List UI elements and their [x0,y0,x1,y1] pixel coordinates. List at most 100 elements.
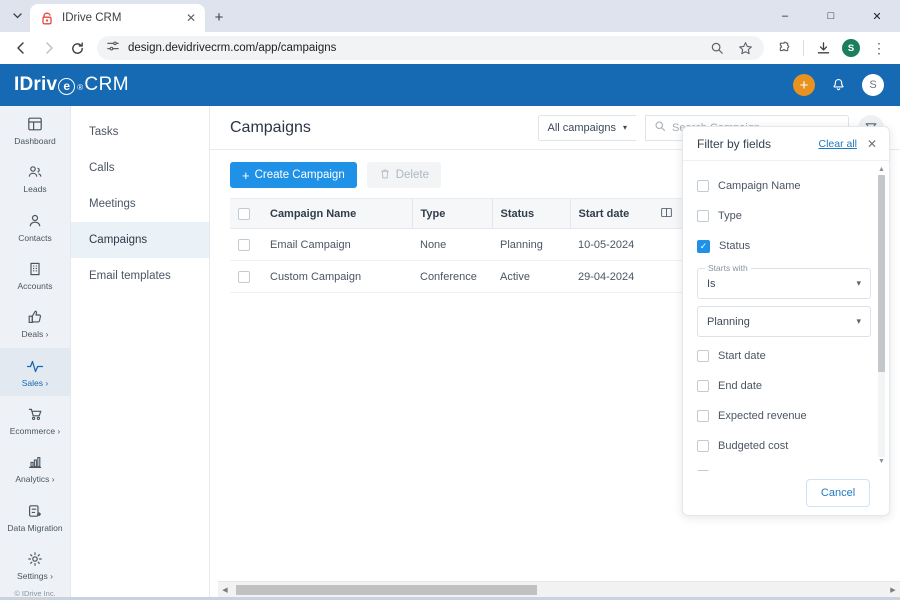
filter-checkbox[interactable] [697,470,709,471]
filter-field-campaign-name[interactable]: Campaign Name [697,171,871,201]
filter-checkbox[interactable] [697,350,709,362]
row-checkbox[interactable] [238,270,250,283]
column-settings-icon[interactable] [652,198,684,229]
chevron-down-icon: ▾ [622,123,627,132]
subnav-item-tasks[interactable]: Tasks [71,114,209,150]
close-icon[interactable]: ✕ [865,137,879,151]
subnav-item-email-templates[interactable]: Email templates [71,258,209,294]
select-all-checkbox[interactable] [238,207,250,220]
sidebar-item-data-migration[interactable]: Data Migration [0,493,70,541]
column-header-type[interactable]: Type [411,198,492,229]
status-value-select[interactable]: Planning ▾ [697,306,871,337]
window-minimize-button[interactable]: ‒ [762,0,808,32]
cancel-button[interactable]: Cancel [805,479,871,507]
tab-close-icon[interactable]: ✕ [183,10,199,26]
filter-field-expected-revenue[interactable]: Expected revenue [697,401,871,431]
campaign-view-dropdown[interactable]: All campaigns ▾ [537,114,636,141]
bell-icon[interactable] [831,77,846,93]
idrive-crm-logo[interactable]: IDriv e ® CRM [14,74,129,96]
table-row[interactable]: Custom Campaign Conference Active 29-04-… [230,260,684,293]
tab-list-chevron-icon[interactable] [4,2,30,30]
sidebar-item-analytics[interactable]: Analytics › [0,444,70,492]
browser-toolbar: design.devidrivecrm.com/app/campaigns S … [0,32,900,64]
sidebar-item-label: Dashboard [14,136,56,146]
sidebar-item-settings[interactable]: Settings › [0,541,70,589]
subnav-item-calls[interactable]: Calls [71,150,209,186]
browser-profile-avatar[interactable]: S [838,35,864,61]
browser-tab[interactable]: IDrive CRM ✕ [30,4,205,32]
zoom-search-icon[interactable] [704,35,730,61]
sidebar-item-accounts[interactable]: Accounts [0,251,70,299]
filter-field-status[interactable]: ✓ Status [697,231,871,261]
browser-menu-icon[interactable]: ⋮ [866,35,892,61]
cell-campaign-name[interactable]: Custom Campaign [262,260,412,293]
back-icon[interactable] [8,35,34,61]
filter-checkbox[interactable] [697,180,709,192]
scroll-left-arrow-icon[interactable]: ◀ [218,586,232,594]
sidebar-item-dashboard[interactable]: Dashboard [0,106,70,154]
page-viewport: IDriv e ® CRM + S Dashboard Leads Contac… [0,64,900,600]
subnav-item-campaigns[interactable]: Campaigns [71,222,209,258]
bookmark-star-icon[interactable] [732,35,758,61]
scrollbar-thumb[interactable] [878,175,885,373]
sidebar-item-contacts[interactable]: Contacts [0,203,70,251]
filter-field-end-date[interactable]: End date [697,371,871,401]
filter-panel-scrollbar[interactable]: ▲ ▼ [878,166,885,465]
filter-panel-header: Filter by fields Clear all ✕ [683,127,889,161]
cell-spacer [652,260,684,293]
crm-header: IDriv e ® CRM + S [0,64,900,106]
scroll-up-arrow-icon[interactable]: ▲ [878,166,885,173]
filter-field-budgeted-cost[interactable]: Budgeted cost [697,431,871,461]
clear-all-link[interactable]: Clear all [818,138,857,150]
column-header-campaign-name[interactable]: Campaign Name [262,198,412,229]
sidebar-item-label: Accounts [17,281,53,292]
status-operator-select[interactable]: Starts with Is ▾ [697,263,871,299]
downloads-icon[interactable] [810,35,836,61]
address-bar[interactable]: design.devidrivecrm.com/app/campaigns [97,36,764,60]
create-campaign-button[interactable]: + Create Campaign [230,162,357,188]
column-header-start-date[interactable]: Start date [569,198,652,229]
filter-checkbox[interactable] [697,210,709,222]
horizontal-scrollbar[interactable]: ◀ ▶ [218,581,900,597]
scrollbar-track[interactable] [878,175,885,457]
filter-checkbox[interactable] [697,380,709,392]
filter-checkbox[interactable] [697,410,709,422]
subnav-item-meetings[interactable]: Meetings [71,186,209,222]
avatar[interactable]: S [862,74,884,96]
table-row[interactable]: Email Campaign None Planning 10-05-2024 [230,228,684,261]
filter-checkbox[interactable] [697,440,709,452]
tab-title: IDrive CRM [62,12,122,24]
column-header-status[interactable]: Status [491,198,570,229]
scroll-right-arrow-icon[interactable]: ▶ [886,586,900,594]
filter-field-start-date[interactable]: Start date [697,341,871,371]
chevron-down-icon: ▾ [856,316,861,326]
logo-crm-text: CRM [84,74,130,95]
quick-add-button[interactable]: + [793,74,815,96]
filter-field-type[interactable]: Type [697,201,871,231]
page-settings-icon[interactable] [106,39,120,58]
hscrollbar-track[interactable] [232,583,886,596]
filter-field-label: Budgeted cost [718,440,789,452]
sidebar-item-deals[interactable]: Deals › [0,299,70,347]
profile-initial: S [842,39,860,57]
reload-icon[interactable] [64,35,90,61]
idrive-lock-icon [40,11,54,25]
filter-checkbox-checked[interactable]: ✓ [697,239,710,253]
chevron-down-icon: ▾ [856,278,861,288]
extensions-puzzle-icon[interactable] [771,35,797,61]
page-title: Campaigns [230,118,311,136]
cell-campaign-name[interactable]: Email Campaign [262,228,412,261]
sidebar-item-leads[interactable]: Leads [0,154,70,202]
scroll-down-arrow-icon[interactable]: ▼ [878,458,885,465]
filter-field-actual-cost[interactable]: Actual cost [697,461,871,471]
row-select-cell [230,228,262,261]
sidebar-item-ecommerce[interactable]: Ecommerce › [0,396,70,444]
row-checkbox[interactable] [238,238,250,251]
building-icon [27,260,43,278]
cell-start-date: 10-05-2024 [570,228,652,261]
new-tab-button[interactable]: + [205,3,233,31]
hscrollbar-thumb[interactable] [236,584,537,595]
sidebar-item-sales[interactable]: Sales › [0,347,70,397]
window-close-button[interactable]: ✕ [854,0,900,32]
window-maximize-button[interactable]: □ [808,0,854,32]
